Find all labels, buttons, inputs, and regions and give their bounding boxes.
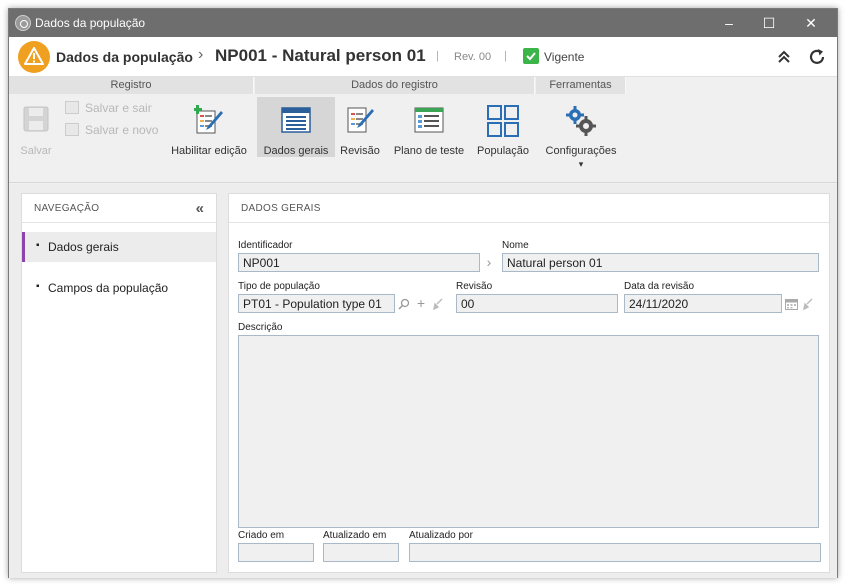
created-on-label: Criado em bbox=[238, 530, 285, 541]
ribbon-group-dados: Dados do registro Dados gerais Revisão P… bbox=[255, 77, 535, 181]
warning-badge-icon bbox=[18, 41, 50, 73]
clear-icon[interactable] bbox=[800, 294, 816, 313]
general-data-button[interactable]: Dados gerais bbox=[257, 97, 335, 157]
test-plan-label: Plano de teste bbox=[393, 145, 465, 157]
test-plan-button[interactable]: Plano de teste bbox=[391, 97, 467, 157]
enable-edit-button[interactable]: Habilitar edição bbox=[169, 97, 249, 157]
record-title: NP001 - Natural person 01 bbox=[215, 46, 426, 65]
maximize-button[interactable]: ☐ bbox=[749, 9, 789, 37]
floppy-disk-icon bbox=[22, 105, 50, 136]
divider: | bbox=[504, 50, 507, 62]
navigation-title: NAVEGAÇÃO bbox=[22, 194, 216, 223]
general-data-label: Dados gerais bbox=[263, 145, 329, 157]
record-header: Dados da população › NP001 - Natural per… bbox=[9, 37, 837, 77]
gears-icon bbox=[565, 105, 597, 140]
navigation-title-text: NAVEGAÇÃO bbox=[34, 203, 100, 214]
identifier-field[interactable]: NP001 bbox=[238, 253, 480, 272]
collapse-header-icon[interactable] bbox=[774, 47, 794, 67]
save-exit-button[interactable]: Salvar e sair bbox=[65, 101, 165, 115]
updated-by-field[interactable] bbox=[409, 543, 821, 562]
edit-form-icon bbox=[193, 105, 224, 138]
revision-label: Rev. 00 bbox=[454, 51, 492, 63]
save-new-label: Salvar e novo bbox=[85, 123, 159, 137]
ribbon-group-title: Ferramentas bbox=[536, 77, 626, 94]
bullet-icon: ▪ bbox=[36, 281, 40, 292]
name-label: Nome bbox=[502, 240, 529, 251]
title-bar: Dados da população – ☐ ✕ bbox=[9, 9, 837, 37]
save-button[interactable]: Salvar bbox=[13, 97, 59, 157]
divider: | bbox=[436, 50, 439, 62]
status-check-icon bbox=[523, 48, 539, 64]
dropdown-caret-icon: ▾ bbox=[578, 159, 584, 169]
floppy-disk-icon bbox=[65, 123, 79, 136]
nav-item-label: Campos da população bbox=[48, 281, 169, 295]
close-button[interactable]: ✕ bbox=[791, 9, 831, 37]
description-textarea[interactable] bbox=[238, 335, 819, 528]
edit-form-icon bbox=[345, 105, 375, 138]
ribbon-group-ferramentas: Ferramentas Configurações ▾ bbox=[536, 77, 626, 181]
window: Dados da população – ☐ ✕ Dados da popula… bbox=[8, 8, 838, 578]
main-panel: DADOS GERAIS Identificador NP001 › Nome … bbox=[228, 193, 830, 573]
add-icon[interactable]: + bbox=[413, 294, 429, 313]
ribbon-toolbar: Registro Salvar Salvar e sair Salvar e n… bbox=[9, 77, 837, 183]
ribbon-group-title: Dados do registro bbox=[255, 77, 535, 94]
navigation-panel: NAVEGAÇÃO « ▪ Dados gerais ▪ Campos da p… bbox=[21, 193, 217, 573]
nav-item-population-fields[interactable]: ▪ Campos da população bbox=[22, 273, 216, 303]
minimize-button[interactable]: – bbox=[709, 9, 749, 37]
bullet-icon: ▪ bbox=[36, 240, 40, 251]
search-icon[interactable] bbox=[396, 294, 412, 313]
name-field[interactable]: Natural person 01 bbox=[502, 253, 819, 272]
collapse-nav-icon[interactable]: « bbox=[196, 200, 204, 217]
enable-edit-label: Habilitar edição bbox=[171, 145, 247, 157]
window-title: Dados da população bbox=[35, 16, 146, 30]
status-badge: Vigente bbox=[544, 50, 585, 64]
revision-field-label: Revisão bbox=[456, 281, 493, 292]
revision-button[interactable]: Revisão bbox=[337, 97, 383, 157]
nav-item-label: Dados gerais bbox=[48, 240, 119, 254]
clear-icon[interactable] bbox=[430, 294, 446, 313]
identifier-label: Identificador bbox=[238, 240, 293, 251]
section-title: DADOS GERAIS bbox=[229, 194, 829, 223]
save-new-button[interactable]: Salvar e novo bbox=[65, 123, 165, 137]
revision-date-label: Data da revisão bbox=[624, 281, 695, 292]
population-button[interactable]: População bbox=[475, 97, 531, 157]
description-label: Descrição bbox=[238, 322, 283, 333]
population-type-label: Tipo de população bbox=[238, 281, 320, 292]
revision-label: Revisão bbox=[340, 145, 380, 157]
content-area: NAVEGAÇÃO « ▪ Dados gerais ▪ Campos da p… bbox=[9, 184, 837, 578]
floppy-disk-icon bbox=[65, 101, 79, 114]
updated-by-label: Atualizado por bbox=[409, 530, 473, 541]
calendar-icon[interactable] bbox=[783, 294, 799, 313]
created-on-field[interactable] bbox=[238, 543, 314, 562]
grid-icon bbox=[487, 105, 519, 140]
revision-field[interactable]: 00 bbox=[456, 294, 618, 313]
updated-on-field[interactable] bbox=[323, 543, 399, 562]
ribbon-group-title: Registro bbox=[9, 77, 254, 94]
nav-item-general-data[interactable]: ▪ Dados gerais bbox=[22, 232, 216, 262]
breadcrumb-separator: › bbox=[198, 46, 204, 63]
population-type-field[interactable]: PT01 - Population type 01 bbox=[238, 294, 395, 313]
app-icon bbox=[15, 15, 31, 31]
save-exit-label: Salvar e sair bbox=[85, 101, 152, 115]
ribbon-group-registro: Registro Salvar Salvar e sair Salvar e n… bbox=[9, 77, 254, 181]
list-document-icon bbox=[281, 105, 311, 138]
revision-date-field[interactable]: 24/11/2020 bbox=[624, 294, 782, 313]
chevron-right-icon[interactable]: › bbox=[481, 253, 497, 272]
population-label: População bbox=[477, 145, 529, 157]
save-label: Salvar bbox=[20, 145, 52, 157]
refresh-icon[interactable] bbox=[806, 46, 828, 68]
updated-on-label: Atualizado em bbox=[323, 530, 387, 541]
settings-button[interactable]: Configurações ▾ bbox=[540, 97, 622, 173]
settings-label: Configurações bbox=[545, 145, 617, 157]
module-name: Dados da população bbox=[56, 49, 193, 65]
test-plan-icon bbox=[414, 105, 444, 138]
